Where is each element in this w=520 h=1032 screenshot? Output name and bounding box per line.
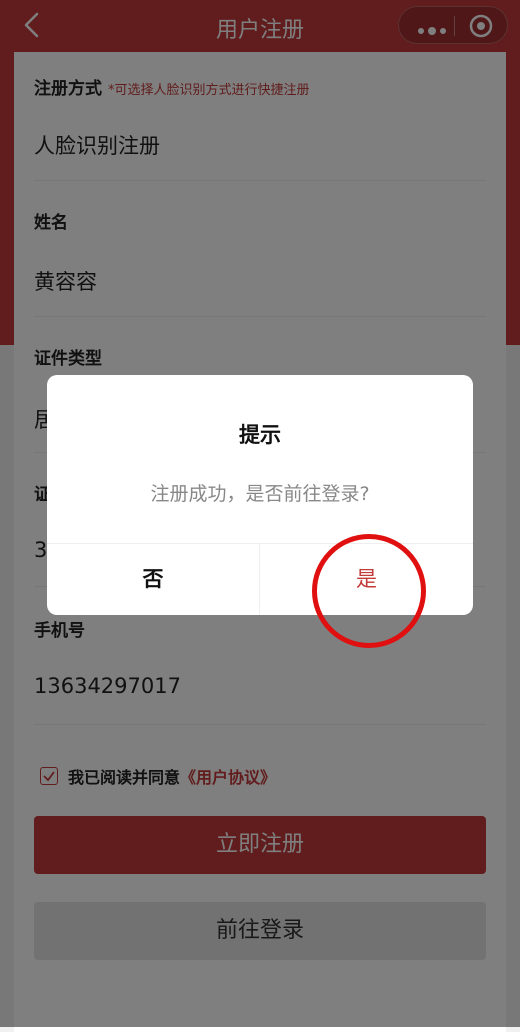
highlight-circle (312, 534, 426, 648)
dialog-title: 提示 (239, 423, 281, 447)
dialog-no-button[interactable]: 否 (47, 543, 259, 615)
dialog-message: 注册成功，是否前往登录? (150, 483, 370, 505)
